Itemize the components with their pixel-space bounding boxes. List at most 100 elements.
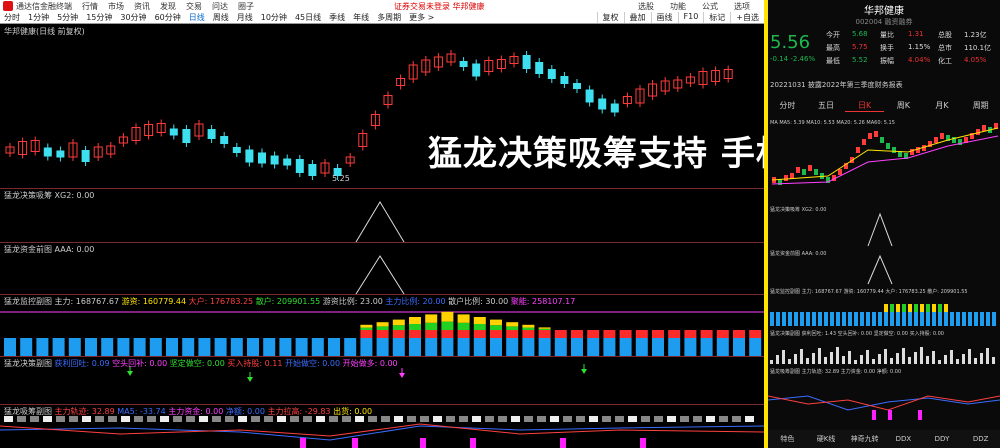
signal-spike xyxy=(355,201,405,243)
dahu-bar xyxy=(619,330,632,338)
phone-strength-bar xyxy=(902,348,905,364)
phone-bottom-item[interactable]: DDY xyxy=(923,435,962,443)
phone-signal-spike xyxy=(867,254,893,285)
panel1-label: 猛龙决策吸筹 XG2: 0.00 xyxy=(4,191,95,200)
candle-down xyxy=(573,83,581,89)
panel-divider xyxy=(0,294,764,295)
sanhu-bar xyxy=(376,326,389,330)
phone-youzi-bar xyxy=(902,304,906,312)
candle-down xyxy=(472,63,481,77)
phone-strength-bar xyxy=(854,360,857,364)
phone-strength-bar xyxy=(932,351,935,364)
sanhu-bar xyxy=(425,322,438,330)
candle-down xyxy=(258,152,266,164)
phone-volume-bar xyxy=(770,312,774,326)
strength-bar xyxy=(472,416,481,422)
sanhu-bar xyxy=(490,325,502,330)
phone-strength-bar xyxy=(782,350,785,364)
phone-candle xyxy=(934,137,938,143)
phone-bottom-bar: 特色 硬K线 神奇九转 DDX DDY DDZ xyxy=(768,430,1000,448)
phone-strength-bar xyxy=(896,353,899,364)
volume-bar xyxy=(700,338,713,356)
phone-strength-bar xyxy=(770,360,773,364)
phone-chart-canvas[interactable] xyxy=(768,0,1000,448)
volume-bar xyxy=(360,338,373,356)
strength-bar xyxy=(407,416,416,422)
volume-bar xyxy=(457,338,470,356)
strength-bar xyxy=(446,416,455,422)
volume-bar xyxy=(554,338,567,356)
phone-money-bar xyxy=(888,410,892,420)
trend-line xyxy=(0,423,764,437)
candle-down xyxy=(535,62,544,74)
phone-youzi-bar xyxy=(944,304,948,312)
phone-volume-bar xyxy=(926,312,930,326)
dahu-bar xyxy=(360,330,373,338)
dahu-bar xyxy=(506,330,519,338)
phone-strength-bar xyxy=(872,359,875,364)
volume-bar xyxy=(425,338,438,356)
panel-divider xyxy=(0,242,764,243)
strength-bar xyxy=(745,416,754,422)
dahu-bar xyxy=(635,330,648,338)
phone-strength-bar xyxy=(812,353,815,364)
dahu-bar xyxy=(684,330,697,338)
phone-bottom-item[interactable]: 硬K线 xyxy=(807,434,846,444)
desktop-chart-canvas[interactable]: 5.25 xyxy=(0,0,764,448)
sanhu-bar xyxy=(506,326,519,330)
phone-youzi-bar xyxy=(932,304,936,312)
phone-youzi-bar xyxy=(914,304,918,312)
volume-bar xyxy=(230,338,243,356)
dahu-bar xyxy=(603,330,616,338)
volume-bar xyxy=(441,338,454,356)
phone-candle xyxy=(886,143,890,149)
dahu-bar xyxy=(425,330,438,338)
dahu-bar xyxy=(538,330,551,338)
sanhu-bar xyxy=(441,321,454,330)
youzi-bar xyxy=(473,317,486,324)
candle-down xyxy=(182,129,191,143)
phone-candle xyxy=(982,125,986,131)
volume-bar xyxy=(587,338,600,356)
candle-down xyxy=(43,147,52,157)
volume-bar xyxy=(101,338,114,356)
volume-bar xyxy=(36,338,49,356)
phone-panel4-label: 猛龙决策副图 获利回吐: 1.43 空头回补: 0.00 坚定做空: 0.00 … xyxy=(770,331,944,337)
candle-down xyxy=(598,98,607,110)
volume-bar xyxy=(376,338,389,356)
sanhu-bar xyxy=(409,324,421,330)
strength-bar xyxy=(667,416,676,422)
dahu-bar xyxy=(733,330,745,338)
money-bar xyxy=(420,438,426,448)
candle-down xyxy=(522,55,531,69)
phone-candle xyxy=(874,131,878,137)
phone-panel2-label: 猛龙资金前图 AAA: 0.00 xyxy=(770,251,827,257)
sanhu-bar xyxy=(392,325,405,330)
phone-volume-bar xyxy=(968,312,972,326)
phone-candle xyxy=(838,169,842,175)
dahu-bar xyxy=(473,330,486,338)
panel2-label: 猛龙资金前图 AAA: 0.00 xyxy=(4,245,95,254)
phone-strength-bar xyxy=(944,355,947,364)
phone-volume-bar xyxy=(788,312,792,326)
phone-bottom-item[interactable]: 神奇九转 xyxy=(845,434,884,444)
phone-bottom-item[interactable]: DDZ xyxy=(961,435,1000,443)
phone-volume-bar xyxy=(986,312,990,326)
candle-down xyxy=(169,128,178,136)
strength-bar xyxy=(524,416,533,422)
sanhu-bar xyxy=(360,327,373,330)
phone-volume-bar xyxy=(848,312,852,326)
dahu-bar xyxy=(457,330,470,338)
dahu-bar xyxy=(441,330,454,338)
phone-volume-bar xyxy=(800,312,804,326)
youzi-bar xyxy=(376,322,389,327)
phone-volume-bar xyxy=(950,312,954,326)
phone-youzi-bar xyxy=(890,304,894,312)
phone-bottom-item[interactable]: DDX xyxy=(884,435,923,443)
phone-panel1-label: 猛龙决策吸筹 XG2: 0.00 xyxy=(770,207,827,213)
volume-bar xyxy=(619,338,632,356)
phone-candle xyxy=(862,139,866,145)
candle-down xyxy=(585,89,594,103)
candle-down xyxy=(220,136,229,144)
phone-bottom-item[interactable]: 特色 xyxy=(768,434,807,444)
